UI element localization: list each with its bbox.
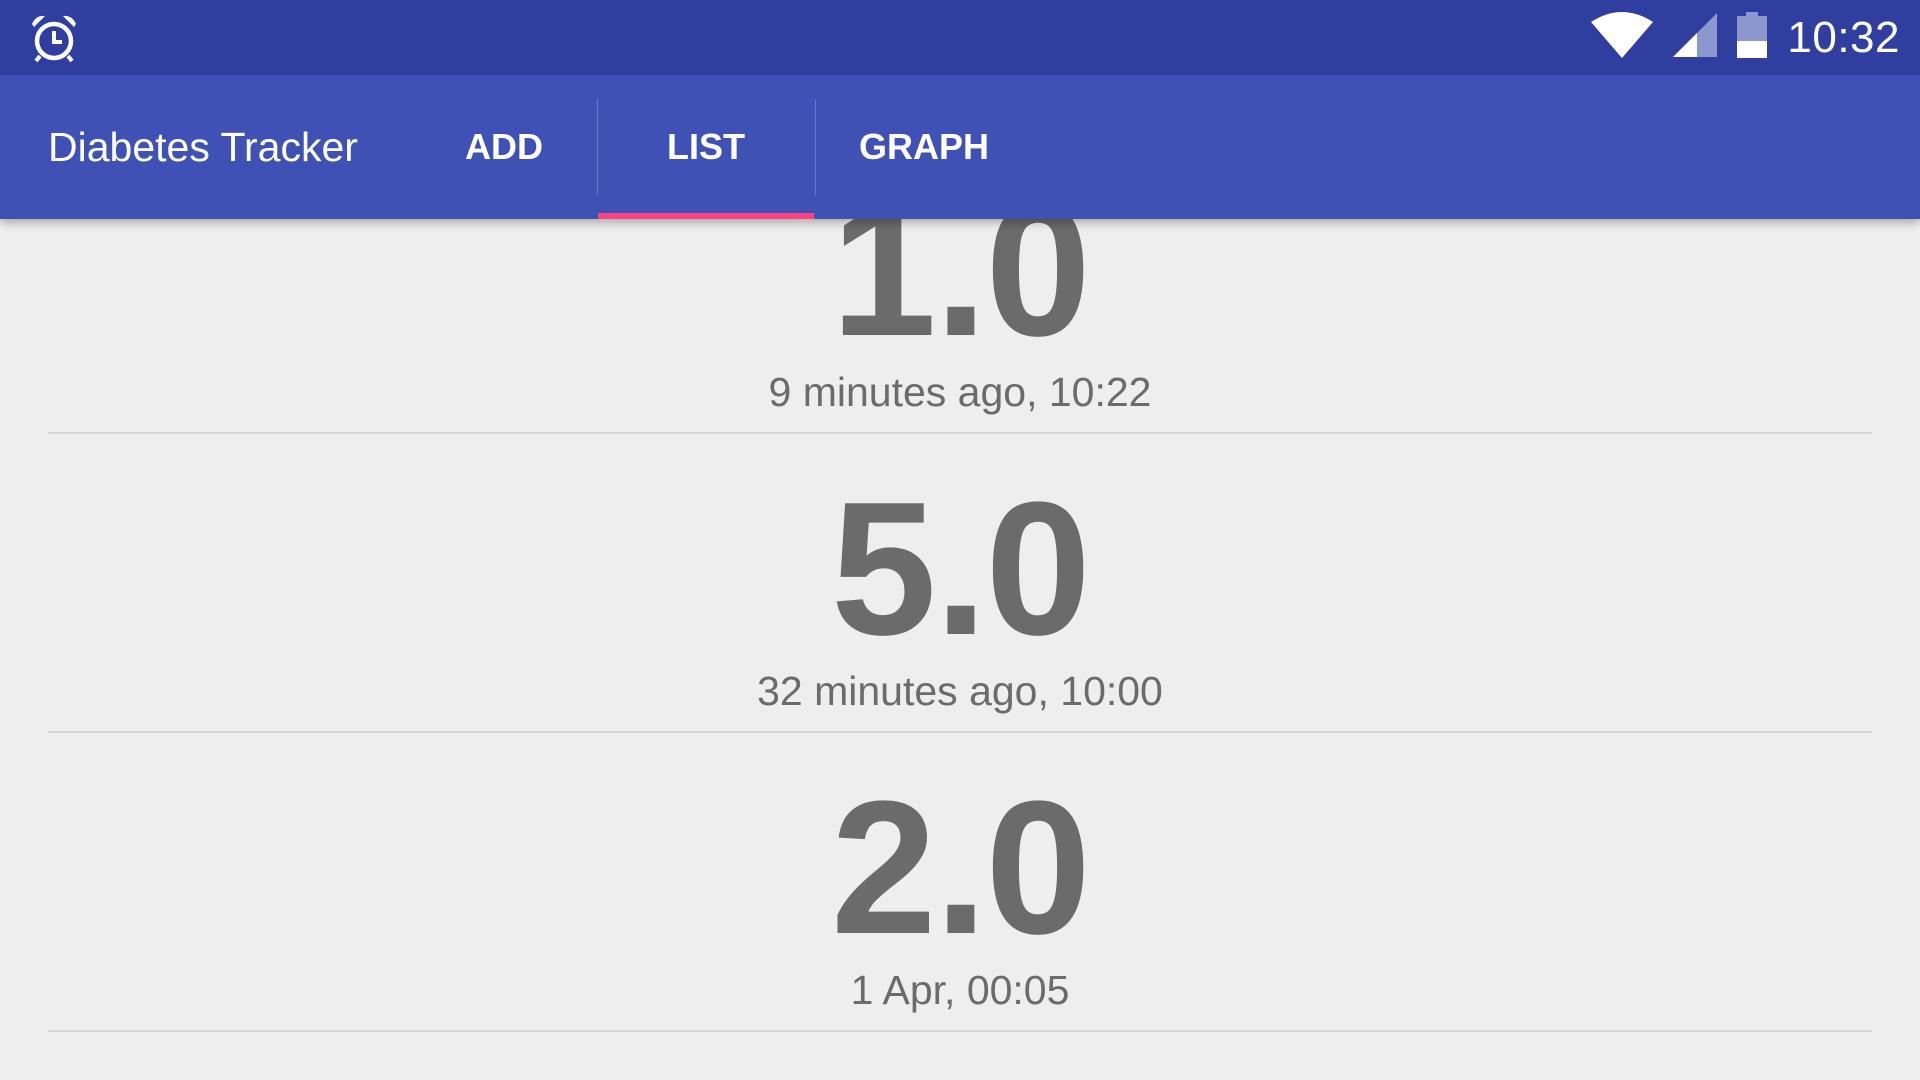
status-bar: 10:32 bbox=[0, 0, 1920, 75]
app-bar: Diabetes Tracker ADD LIST GRAPH bbox=[0, 75, 1920, 219]
battery-icon bbox=[1737, 12, 1768, 63]
list-item[interactable]: 1.0 9 minutes ago, 10:22 bbox=[48, 219, 1872, 434]
reading-value: 1.0 bbox=[830, 219, 1091, 376]
tab-add[interactable]: ADD bbox=[410, 75, 598, 219]
tab-list[interactable]: LIST bbox=[598, 75, 814, 219]
cell-signal-icon bbox=[1673, 13, 1718, 62]
readings-list[interactable]: 1.0 9 minutes ago, 10:22 5.0 32 minutes … bbox=[0, 219, 1920, 1080]
list-item[interactable]: 2.0 1 Apr, 00:05 bbox=[48, 733, 1872, 1032]
wifi-icon bbox=[1591, 12, 1654, 63]
status-time: 10:32 bbox=[1787, 12, 1900, 62]
reading-time: 9 minutes ago, 10:22 bbox=[768, 369, 1152, 415]
reading-value: 2.0 bbox=[830, 762, 1091, 974]
status-icons: 10:32 bbox=[1591, 0, 1900, 75]
reading-value: 5.0 bbox=[830, 463, 1091, 675]
app-title: Diabetes Tracker bbox=[48, 124, 358, 170]
tab-graph[interactable]: GRAPH bbox=[816, 75, 1032, 219]
tab-selected-indicator bbox=[598, 213, 814, 219]
list-item[interactable]: 5.0 32 minutes ago, 10:00 bbox=[48, 434, 1872, 733]
reading-time: 32 minutes ago, 10:00 bbox=[757, 668, 1163, 714]
alarm-clock-icon bbox=[30, 12, 78, 64]
reading-time: 1 Apr, 00:05 bbox=[850, 967, 1070, 1013]
